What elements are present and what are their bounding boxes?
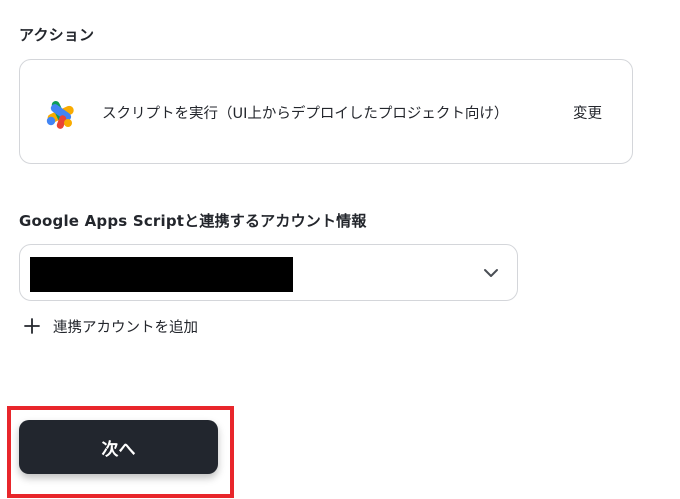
next-button[interactable]: 次へ	[19, 420, 218, 474]
account-select-dropdown[interactable]	[19, 244, 518, 301]
google-apps-script-icon	[46, 101, 74, 129]
action-section-label: アクション	[19, 26, 95, 44]
add-account-label: 連携アカウントを追加	[53, 319, 198, 336]
action-card: スクリプトを実行（UI上からデプロイしたプロジェクト向け） 変更	[19, 59, 633, 164]
action-name: スクリプトを実行（UI上からデプロイしたプロジェクト向け）	[102, 106, 509, 122]
account-section-label: Google Apps Scriptと連携するアカウント情報	[19, 212, 367, 230]
chevron-down-icon	[484, 269, 498, 277]
page: アクション スクリプトを実行（UI上からデプロイしたプロジェクト向け） 変更 G…	[0, 0, 680, 499]
plus-icon	[24, 318, 40, 334]
change-action-link[interactable]: 変更	[573, 102, 602, 123]
add-account-button[interactable]: 連携アカウントを追加	[24, 315, 198, 337]
redacted-account-value	[30, 257, 293, 292]
